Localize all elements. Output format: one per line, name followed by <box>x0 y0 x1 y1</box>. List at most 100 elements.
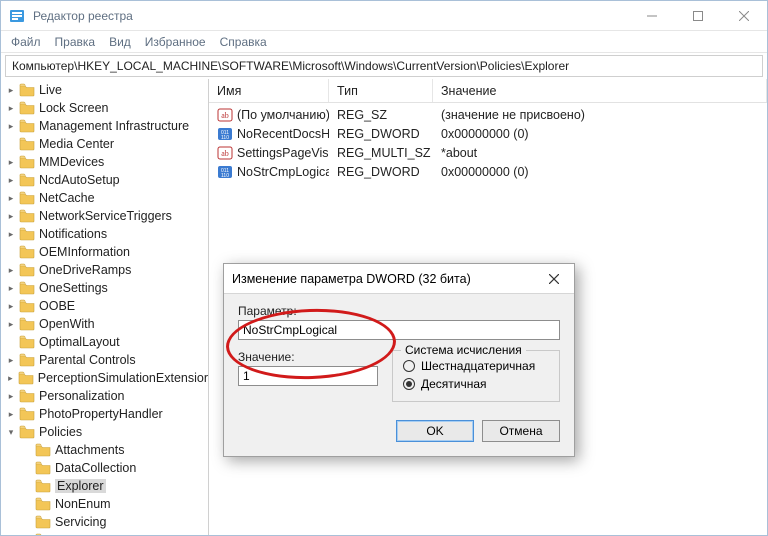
chevron-down-icon[interactable]: ▾ <box>5 426 17 438</box>
tree-item[interactable]: ▸Explorer <box>1 477 208 495</box>
folder-icon <box>19 245 35 259</box>
value-data: 0x00000000 (0) <box>433 165 767 179</box>
col-type[interactable]: Тип <box>329 79 433 102</box>
regedit-icon <box>9 8 25 24</box>
radio-hex[interactable] <box>403 360 415 372</box>
tree-item[interactable]: ▸ MMDevices <box>1 153 208 171</box>
folder-icon <box>19 317 35 331</box>
chevron-right-icon[interactable]: ▸ <box>5 408 17 420</box>
tree-item-label: NetworkServiceTriggers <box>39 209 172 223</box>
tree-item[interactable]: ▸Servicing <box>1 513 208 531</box>
chevron-right-icon[interactable]: ▸ <box>5 372 16 384</box>
dword-value-icon: 011110 <box>217 126 233 142</box>
svg-text:ab: ab <box>221 111 229 120</box>
tree-item-label: NetCache <box>39 191 95 205</box>
radio-dec-row[interactable]: Десятичная <box>403 375 549 393</box>
value-data: 0x00000000 (0) <box>433 127 767 141</box>
list-row[interactable]: 011110NoRecentDocsH...REG_DWORD0x0000000… <box>209 124 767 143</box>
tree-item-label: System <box>55 533 97 535</box>
tree-item[interactable]: ▸ Notifications <box>1 225 208 243</box>
tree-item[interactable]: ▸NcdAutoSetup <box>1 171 208 189</box>
tree-item-label: Live <box>39 83 62 97</box>
chevron-right-icon[interactable]: ▸ <box>5 318 17 330</box>
dialog-close-button[interactable] <box>534 264 574 294</box>
dword-value-icon: 011110 <box>217 164 233 180</box>
tree-item[interactable]: ▸OneDriveRamps <box>1 261 208 279</box>
radio-hex-label: Шестнадцатеричная <box>421 359 535 373</box>
tree-item[interactable]: ▸PhotoPropertyHandler <box>1 405 208 423</box>
tree-item[interactable]: ▸Media Center <box>1 135 208 153</box>
tree-item[interactable]: ▸NonEnum <box>1 495 208 513</box>
tree-item-label: OOBE <box>39 299 75 313</box>
tree-item[interactable]: ▸ OOBE <box>1 297 208 315</box>
tree-item[interactable]: ▸ Live <box>1 81 208 99</box>
col-value[interactable]: Значение <box>433 79 767 102</box>
chevron-right-icon[interactable]: ▸ <box>5 210 17 222</box>
value-data: *about <box>433 146 767 160</box>
tree-item-label: Management Infrastructure <box>39 119 189 133</box>
value-data: (значение не присвоено) <box>433 108 767 122</box>
chevron-right-icon[interactable]: ▸ <box>5 390 17 402</box>
menu-help[interactable]: Справка <box>220 35 267 49</box>
tree-item-label: Servicing <box>55 515 106 529</box>
list-row[interactable]: 011110NoStrCmpLogicalREG_DWORD0x00000000… <box>209 162 767 181</box>
tree-item[interactable]: ▸Lock Screen <box>1 99 208 117</box>
tree-item[interactable]: ▸OneSettings <box>1 279 208 297</box>
folder-icon <box>19 101 35 115</box>
dialog-titlebar[interactable]: Изменение параметра DWORD (32 бита) <box>224 264 574 294</box>
menu-file[interactable]: Файл <box>11 35 41 49</box>
tree-item-label: MMDevices <box>39 155 104 169</box>
menu-view[interactable]: Вид <box>109 35 131 49</box>
chevron-right-icon[interactable]: ▸ <box>5 102 17 114</box>
cancel-button[interactable]: Отмена <box>482 420 560 442</box>
radio-hex-row[interactable]: Шестнадцатеричная <box>403 357 549 375</box>
value-name: NoRecentDocsH... <box>237 127 329 141</box>
tree-item[interactable]: ▸DataCollection <box>1 459 208 477</box>
tree-item[interactable]: ▸ NetCache <box>1 189 208 207</box>
col-name[interactable]: Имя <box>209 79 329 102</box>
folder-icon <box>35 461 51 475</box>
folder-icon <box>19 173 35 187</box>
tree-item[interactable]: ▸OEMInformation <box>1 243 208 261</box>
chevron-right-icon[interactable]: ▸ <box>5 282 17 294</box>
tree-pane[interactable]: ▸Live▸Lock Screen▸Management Infrastruct… <box>1 79 209 535</box>
tree-item[interactable]: ▸Personalization <box>1 387 208 405</box>
tree-item-label: Notifications <box>39 227 107 241</box>
tree-item[interactable]: ▸ Management Infrastructure <box>1 117 208 135</box>
tree-item[interactable]: ▸OpenWith <box>1 315 208 333</box>
chevron-right-icon[interactable]: ▸ <box>5 156 17 168</box>
tree-item[interactable]: ▸System <box>1 531 208 535</box>
minimize-button[interactable] <box>629 1 675 31</box>
chevron-right-icon[interactable]: ▸ <box>5 84 17 96</box>
close-button[interactable] <box>721 1 767 31</box>
value-type: REG_SZ <box>329 108 433 122</box>
radio-dec[interactable] <box>403 378 415 390</box>
chevron-right-icon[interactable]: ▸ <box>5 192 17 204</box>
tree-item[interactable]: ▾Policies <box>1 423 208 441</box>
maximize-button[interactable] <box>675 1 721 31</box>
chevron-right-icon[interactable]: ▸ <box>5 264 17 276</box>
tree-item-label: OEMInformation <box>39 245 130 259</box>
folder-icon <box>19 209 35 223</box>
chevron-right-icon[interactable]: ▸ <box>5 174 17 186</box>
list-header: Имя Тип Значение <box>209 79 767 103</box>
tree-item[interactable]: ▸ NetworkServiceTriggers <box>1 207 208 225</box>
tree-item[interactable]: ▸Attachments <box>1 441 208 459</box>
tree-item[interactable]: ▸PerceptionSimulationExtensior <box>1 369 208 387</box>
list-row[interactable]: ab(По умолчанию)REG_SZ(значение не присв… <box>209 105 767 124</box>
menu-edit[interactable]: Правка <box>55 35 96 49</box>
chevron-right-icon[interactable]: ▸ <box>5 354 17 366</box>
ok-button[interactable]: OK <box>396 420 474 442</box>
folder-icon <box>35 479 51 493</box>
tree-item[interactable]: ▸Parental Controls <box>1 351 208 369</box>
list-row[interactable]: abSettingsPageVisi...REG_MULTI_SZ*about <box>209 143 767 162</box>
tree-item[interactable]: ▸OptimalLayout <box>1 333 208 351</box>
chevron-right-icon[interactable]: ▸ <box>5 120 17 132</box>
value-input[interactable] <box>238 366 378 386</box>
menu-favorites[interactable]: Избранное <box>145 35 206 49</box>
chevron-right-icon[interactable]: ▸ <box>5 300 17 312</box>
chevron-right-icon[interactable]: ▸ <box>5 228 17 240</box>
address-text: Компьютер\HKEY_LOCAL_MACHINE\SOFTWARE\Mi… <box>12 59 569 73</box>
string-value-icon: ab <box>217 145 233 161</box>
address-bar[interactable]: Компьютер\HKEY_LOCAL_MACHINE\SOFTWARE\Mi… <box>5 55 763 77</box>
